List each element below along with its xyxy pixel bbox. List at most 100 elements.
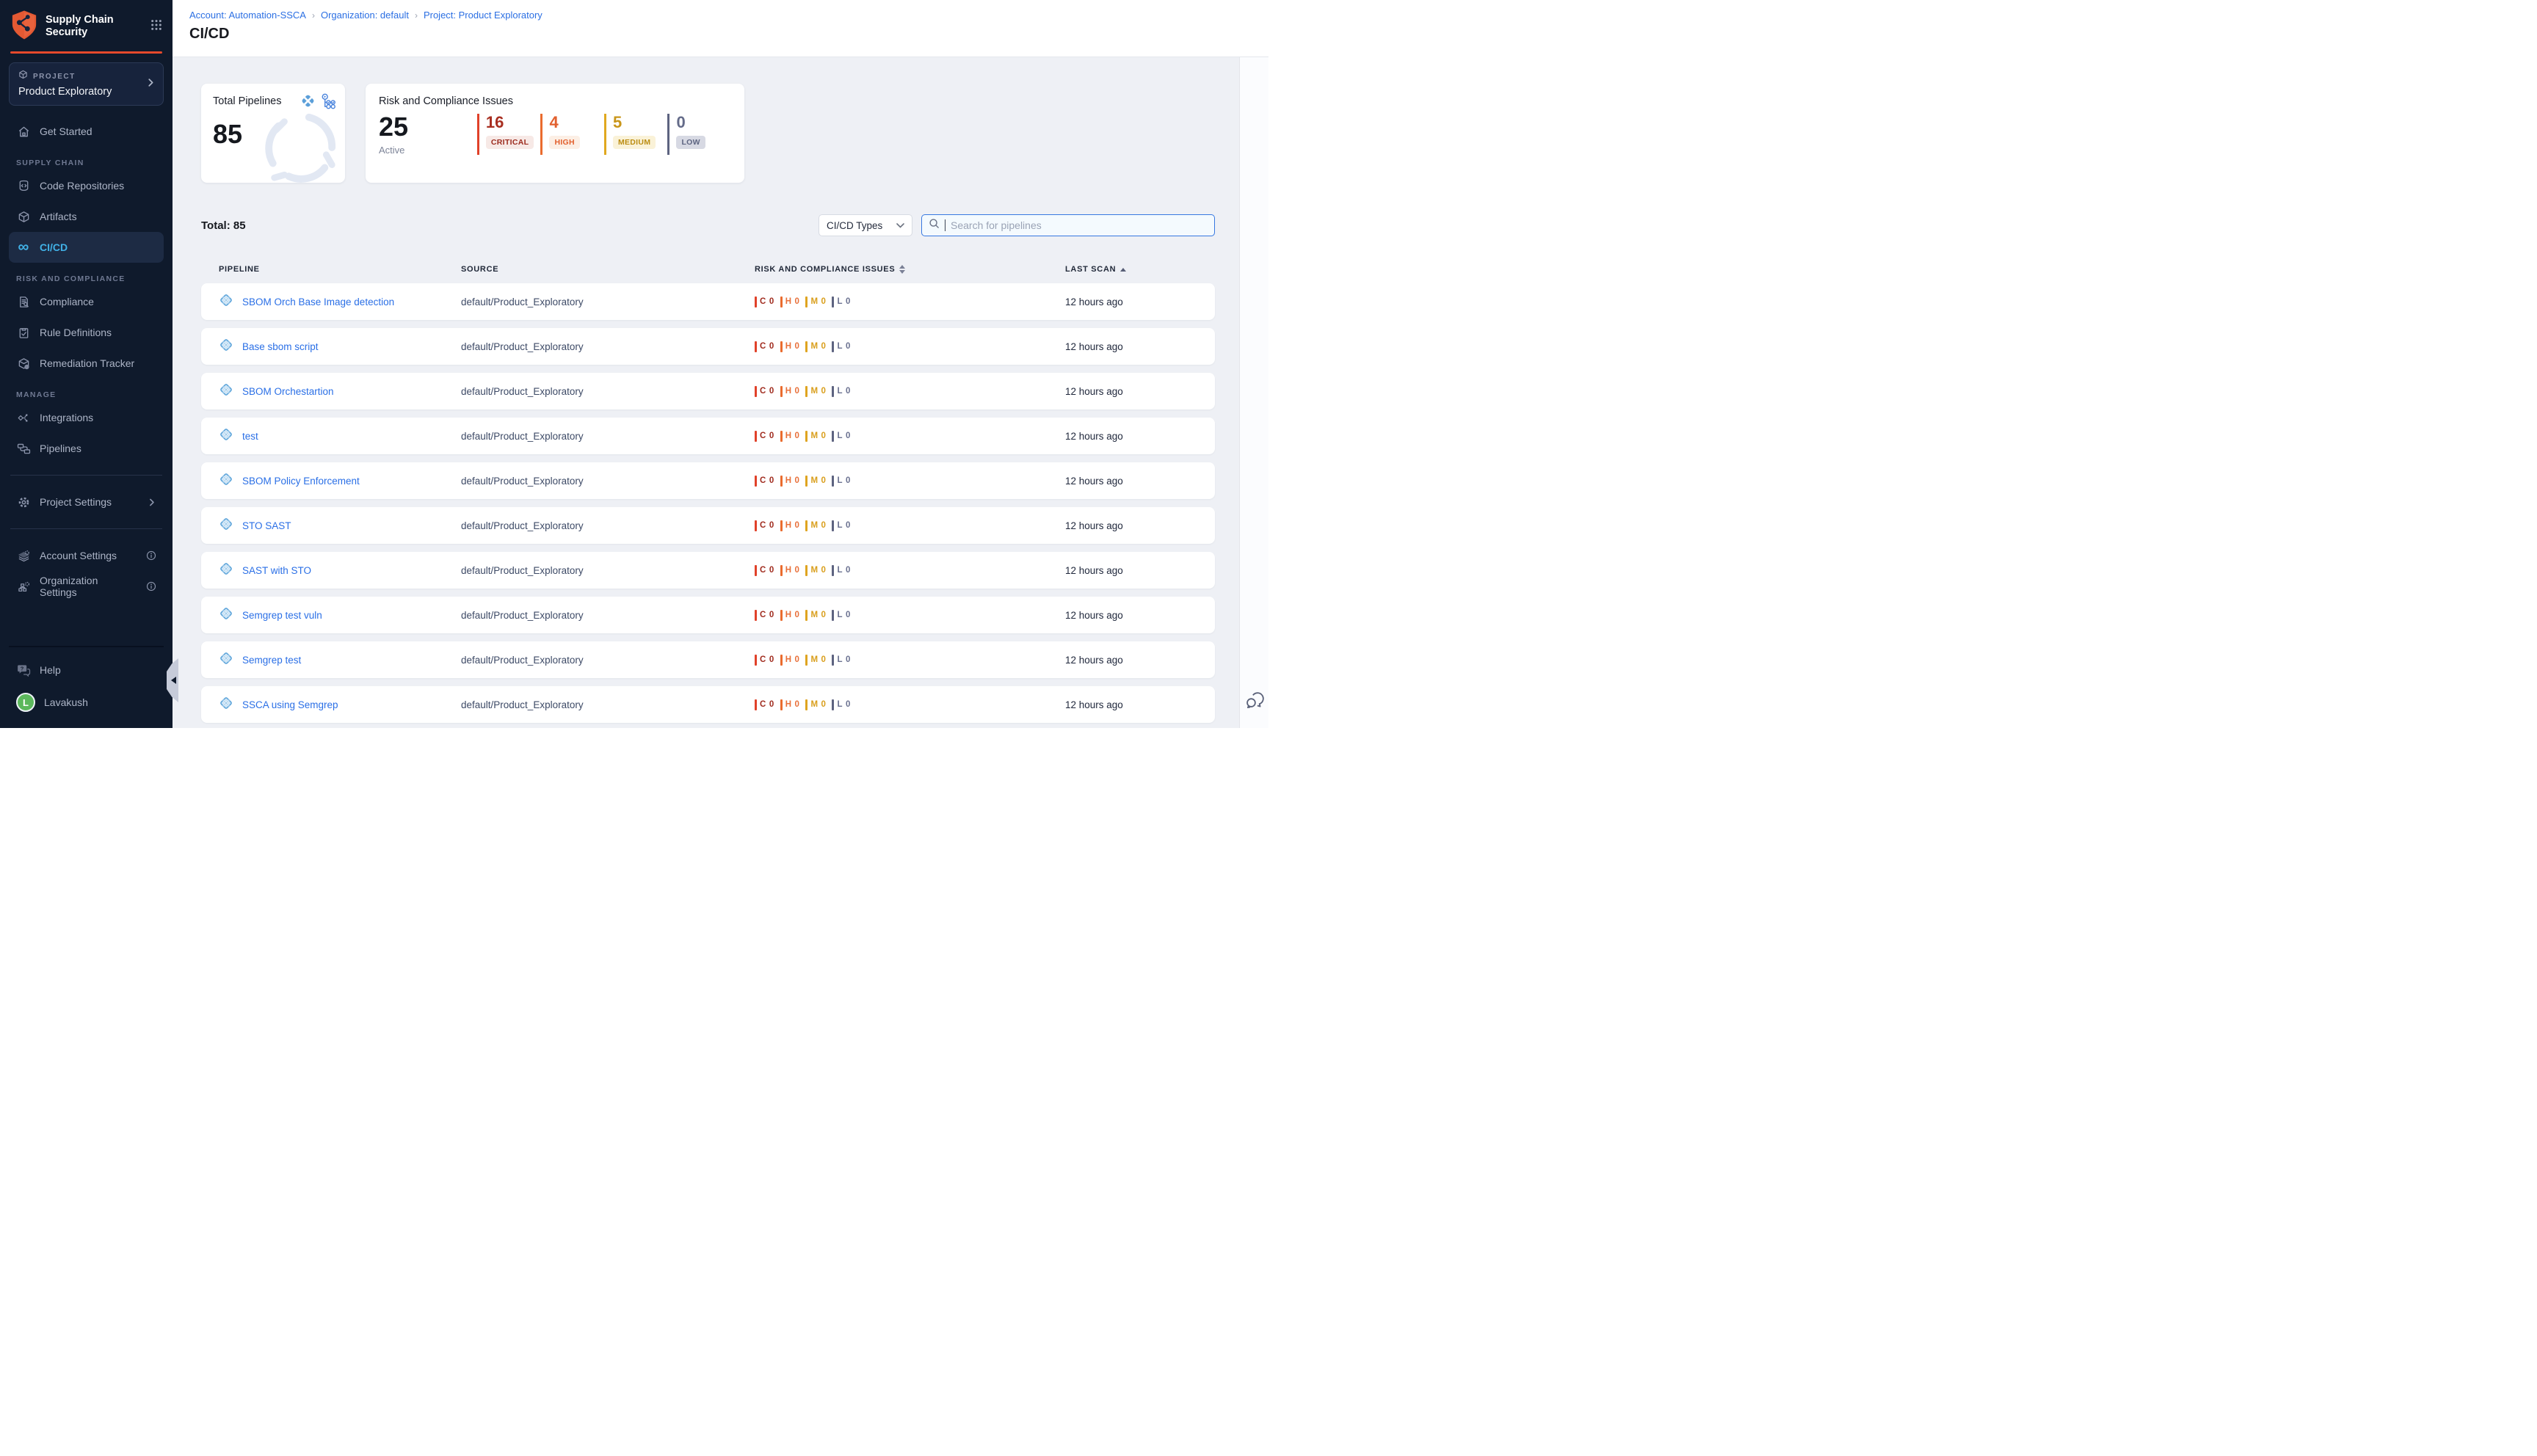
table-row[interactable]: Semgrep test vuln default/Product_Explor…	[201, 597, 1215, 633]
pipeline-name-link[interactable]: SBOM Policy Enforcement	[242, 476, 360, 487]
sidebar-item-help[interactable]: ? Help	[9, 655, 164, 685]
pipeline-name-link[interactable]: Base sbom script	[242, 341, 319, 352]
high-count-chip: H0	[780, 565, 800, 576]
table-row[interactable]: SSCA using Semgrep default/Product_Explo…	[201, 686, 1215, 723]
sidebar-item-project-settings[interactable]: Project Settings	[9, 487, 164, 517]
critical-count-chip: C0	[755, 610, 774, 621]
high-badge: HIGH	[549, 136, 579, 149]
code-repository-icon	[16, 180, 31, 192]
remediation-box-icon	[16, 357, 31, 370]
sidebar-item-remediation-tracker[interactable]: Remediation Tracker	[9, 348, 164, 379]
active-issues-value: 25	[379, 114, 477, 140]
table-row[interactable]: SBOM Orchestartion default/Product_Explo…	[201, 373, 1215, 410]
sidebar-item-compliance[interactable]: Compliance	[9, 286, 164, 317]
pipeline-diamond-icon	[219, 472, 233, 490]
table-row[interactable]: STO SAST default/Product_Exploratory C0 …	[201, 507, 1215, 544]
sidebar-item-label: Integrations	[40, 412, 93, 423]
collapse-left-arrow-icon	[171, 677, 176, 684]
table-row[interactable]: SBOM Policy Enforcement default/Product_…	[201, 462, 1215, 499]
sidebar-item-cicd[interactable]: ∞ CI/CD	[9, 232, 164, 263]
medium-count-chip: M0	[805, 341, 826, 352]
sidebar-item-account-settings[interactable]: Account Settings	[9, 540, 164, 571]
pipeline-name-link[interactable]: SBOM Orch Base Image detection	[242, 296, 394, 307]
high-count-chip: H0	[780, 476, 800, 487]
pipeline-name-link[interactable]: SBOM Orchestartion	[242, 386, 334, 397]
gear-icon	[16, 496, 31, 509]
table-row[interactable]: test default/Product_Exploratory C0 H0 M…	[201, 418, 1215, 454]
shield-logo-icon	[10, 10, 38, 44]
column-header-last-scan[interactable]: LAST SCAN	[1065, 265, 1215, 274]
pipeline-name-link[interactable]: test	[242, 431, 258, 442]
pipeline-name-link[interactable]: SSCA using Semgrep	[242, 699, 338, 710]
low-count-chip: L0	[832, 520, 850, 531]
pipeline-name-link[interactable]: SAST with STO	[242, 565, 311, 576]
column-header-source: SOURCE	[461, 265, 755, 274]
cicd-types-dropdown[interactable]: CI/CD Types	[819, 214, 912, 236]
user-menu[interactable]: L Lavakush	[9, 685, 164, 719]
search-box	[921, 214, 1215, 236]
total-pipelines-value: 85	[213, 119, 333, 150]
sidebar-item-code-repositories[interactable]: Code Repositories	[9, 170, 164, 201]
table-row[interactable]: SBOM Orch Base Image detection default/P…	[201, 283, 1215, 320]
pipeline-diamond-icon	[219, 338, 233, 356]
last-scan: 12 hours ago	[1065, 386, 1215, 397]
breadcrumb-organization-link[interactable]: Organization: default	[321, 10, 409, 21]
pipeline-name-link[interactable]: STO SAST	[242, 520, 291, 531]
sidebar-item-label: Artifacts	[40, 211, 77, 222]
sort-both-icon	[899, 265, 905, 274]
pipeline-source: default/Product_Exploratory	[461, 610, 755, 621]
project-selector[interactable]: PROJECT Product Exploratory	[9, 62, 164, 106]
risk-compliance-card: Risk and Compliance Issues 25 Active 16 …	[366, 84, 744, 183]
account-settings-icon	[16, 550, 31, 562]
sidebar-item-artifacts[interactable]: Artifacts	[9, 201, 164, 232]
summary-cards: Total Pipelines	[201, 84, 1215, 183]
pipeline-source: default/Product_Exploratory	[461, 386, 755, 397]
column-header-risk-issues[interactable]: RISK AND COMPLIANCE ISSUES	[755, 265, 1065, 274]
high-count-chip: H0	[780, 610, 800, 621]
pipeline-source: default/Product_Exploratory	[461, 431, 755, 442]
pipeline-source: default/Product_Exploratory	[461, 520, 755, 531]
infinity-cicd-icon: ∞	[16, 242, 31, 252]
table-row[interactable]: SAST with STO default/Product_Explorator…	[201, 552, 1215, 589]
sidebar-item-integrations[interactable]: Integrations	[9, 402, 164, 433]
pipeline-name-link[interactable]: Semgrep test	[242, 655, 301, 666]
support-chat-icon[interactable]	[1244, 691, 1264, 713]
breadcrumb-account-link[interactable]: Account: Automation-SSCA	[189, 10, 306, 21]
list-toolbar: Total: 85 CI/CD Types	[201, 214, 1215, 236]
high-count-chip: H0	[780, 341, 800, 352]
app-switcher-grid-icon[interactable]	[150, 19, 162, 34]
sidebar-item-label: Rule Definitions	[40, 327, 112, 338]
sidebar-item-organization-settings[interactable]: Organization Settings	[9, 571, 164, 602]
severity-critical-summary: 16 CRITICAL	[477, 114, 534, 155]
sidebar-footer: ? Help L Lavakush	[9, 646, 164, 728]
section-risk-and-compliance: RISK AND COMPLIANCE	[16, 274, 164, 283]
medium-count-chip: M0	[805, 296, 826, 307]
last-scan: 12 hours ago	[1065, 655, 1215, 666]
pipeline-name-link[interactable]: Semgrep test vuln	[242, 610, 322, 621]
home-icon	[16, 125, 31, 138]
pipeline-diamond-icon	[219, 651, 233, 669]
chevron-down-icon	[896, 223, 904, 228]
pipeline-diamond-icon	[219, 561, 233, 580]
breadcrumb-project-link[interactable]: Project: Product Exploratory	[424, 10, 542, 21]
pipeline-rows: SBOM Orch Base Image detection default/P…	[201, 283, 1215, 723]
info-icon[interactable]	[146, 581, 156, 592]
pipeline-source: default/Product_Exploratory	[461, 476, 755, 487]
table-row[interactable]: Base sbom script default/Product_Explora…	[201, 328, 1215, 365]
risk-card-title: Risk and Compliance Issues	[379, 95, 731, 107]
last-scan: 12 hours ago	[1065, 341, 1215, 352]
medium-count-chip: M0	[805, 655, 826, 666]
table-row[interactable]: Semgrep test default/Product_Exploratory…	[201, 641, 1215, 678]
medium-count-chip: M0	[805, 476, 826, 487]
medium-count-chip: M0	[805, 520, 826, 531]
search-input[interactable]	[951, 219, 1208, 231]
sidebar-item-pipelines[interactable]: Pipelines	[9, 433, 164, 464]
info-icon[interactable]	[146, 550, 156, 561]
medium-count-chip: M0	[805, 610, 826, 621]
sidebar-item-rule-definitions[interactable]: Rule Definitions	[9, 317, 164, 348]
medium-badge: MEDIUM	[613, 136, 656, 149]
app-title: Supply Chain Security	[46, 14, 114, 39]
cicd-types-dropdown-value: CI/CD Types	[827, 220, 882, 231]
sidebar-item-label: Remediation Tracker	[40, 357, 134, 369]
sidebar-item-get-started[interactable]: Get Started	[9, 116, 164, 147]
